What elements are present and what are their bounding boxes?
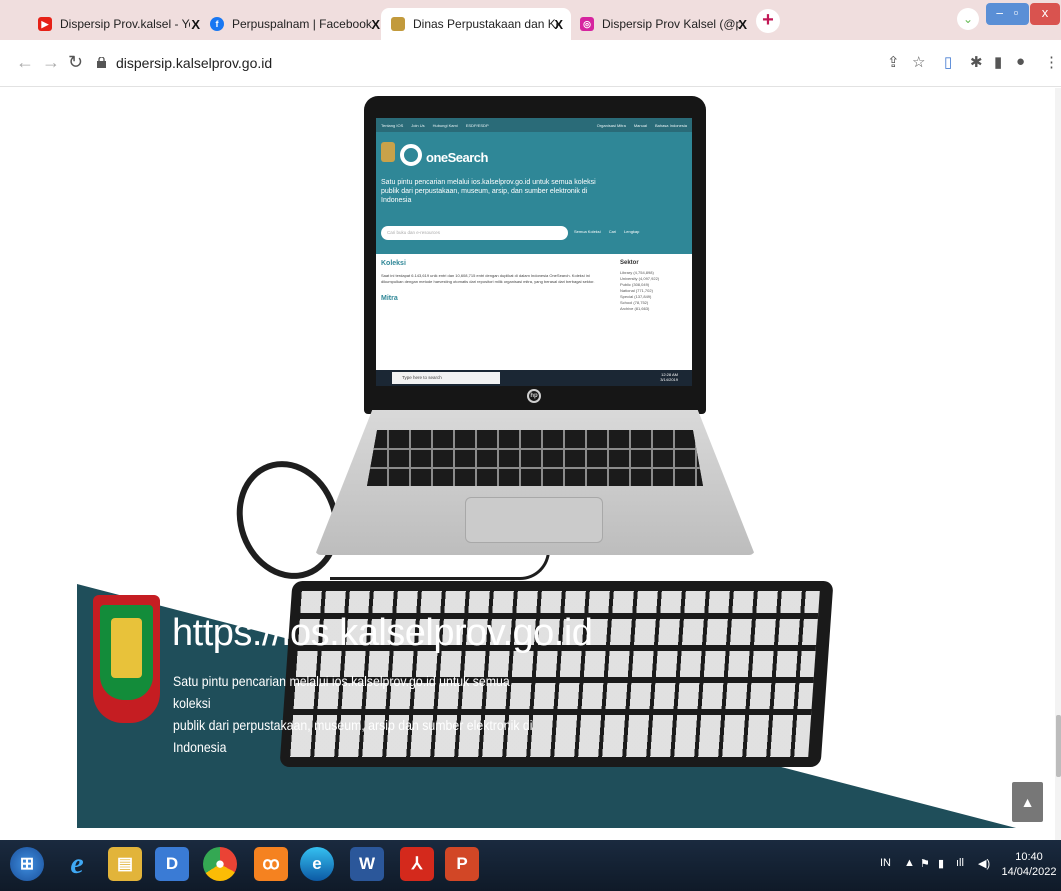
app-icon[interactable]: D [155,847,189,881]
tab-search-dropdown-icon[interactable]: ⌄ [957,8,979,30]
kalsel-crest-emblem [111,618,142,678]
battery-icon[interactable]: ▮ [938,857,944,870]
share-icon[interactable]: ⇪ [887,53,900,71]
side-panel-icon[interactable]: ▮ [994,53,1002,71]
screen-hero-text: Satu pintu pencarian melalui ios.kalselp… [381,179,596,204]
screen-search-input: Cari buku dan e-resources [381,226,568,240]
screen-sektor-item: Archive (81,663) [620,306,650,311]
volume-icon[interactable]: ◀) [978,857,990,870]
screen-hero: oneSearch Satu pintu pencarian melalui i… [376,132,692,254]
youtube-icon: ▶ [38,17,52,31]
site-crest-icon [391,17,405,31]
hp-logo-icon: hp [527,389,541,403]
edge-icon[interactable]: e [300,847,334,881]
screen-nav-item: Join Us [411,122,425,128]
screen-body: Koleksi Saat ini terdapat 6.143,619 unik… [376,254,692,374]
back-to-top-button[interactable]: ▲ [1012,782,1043,822]
bookmark-star-icon[interactable]: ☆ [912,53,925,71]
crest-icon [381,142,395,162]
tab-label: Dinas Perpustakaan dan Kearsipa [413,17,558,31]
maximize-icon[interactable]: ▫ [1003,3,1029,25]
banner-url-text: https://ios.kalselprov.go.id [172,612,593,654]
network-signal-icon[interactable]: ıll [956,857,964,869]
screen-nav-item: Organisasi Mitra [596,122,626,128]
screen-taskbar-clock: 12:28 AM 3/14/2019 [660,372,678,382]
laptop-screen: Tentang IOS Join Us Hubungi Kami ESDP/ES… [376,118,692,386]
screen-sektor-heading: Sektor [620,260,639,266]
extensions-puzzle-icon[interactable]: ✱ [970,53,983,71]
tab-facebook[interactable]: f Perpuspalnam | Facebook X [200,8,388,40]
screen-search-button: Cari [608,229,617,234]
profile-avatar-icon[interactable]: ● [1016,53,1025,70]
system-clock[interactable]: 10:40 14/04/2022 [1000,850,1058,880]
show-hidden-icons-icon[interactable]: ▲ [904,857,915,869]
onesearch-logo-icon [400,144,422,166]
screen-nav-item: Hubungi Kami [432,122,458,128]
screen-taskbar-search: Type here to search [392,372,500,384]
new-tab-button[interactable]: + [756,9,780,33]
word-icon[interactable]: W [350,847,384,881]
chrome-icon[interactable]: ● [203,847,237,881]
screen-search-button: Semua Koleksi [574,229,601,234]
screen-nav: Tentang IOS Join Us Hubungi Kami ESDP/ES… [376,118,692,132]
facebook-icon: f [210,17,224,31]
laptop-touchpad [465,497,603,543]
screen-nav-item: Manual [633,122,647,128]
screen-taskbar-date: 3/14/2019 [660,377,678,382]
laptop-keyboard [367,430,703,486]
tab-strip: ▶ Dispersip Prov.kalsel - YouTube X f Pe… [0,0,1061,40]
close-window-icon[interactable]: x [1030,3,1060,25]
tab-dinas-perpustakaan[interactable]: Dinas Perpustakaan dan Kearsipa X [381,8,571,40]
internet-explorer-icon[interactable]: e [60,847,94,881]
banner-line: Satu pintu pencarian melalui ios.kalselp… [173,673,510,711]
tab-close-button[interactable]: X [738,17,747,32]
forward-arrow-icon[interactable]: → [42,52,60,73]
xampp-icon[interactable]: ꝏ [254,847,288,881]
language-indicator[interactable]: IN [880,857,891,869]
menu-kebab-icon[interactable]: ⋮ [1044,53,1059,71]
url-bar[interactable]: dispersip.kalselprov.go.id [116,55,272,71]
extension-doc-icon[interactable]: ▯ [944,53,952,71]
back-arrow-icon[interactable]: ← [16,52,34,73]
tab-youtube[interactable]: ▶ Dispersip Prov.kalsel - YouTube X [28,8,208,40]
tab-label: Perpuspalnam | Facebook [232,17,372,31]
acrobat-icon[interactable]: ⅄ [400,847,434,881]
screen-search-button: Lengkap [624,229,640,234]
screen-nav-item: Bahasa Indonesia [654,122,687,128]
screen-taskbar: Type here to search 12:28 AM 3/14/2019 [376,370,692,386]
screen-nav-item: Tentang IOS [381,122,404,128]
action-center-flag-icon[interactable]: ⚑ [920,857,930,870]
banner-description: Satu pintu pencarian melalui ios.kalselp… [173,670,543,758]
tab-instagram[interactable]: ◎ Dispersip Prov Kalsel (@perpusp X [570,8,755,40]
file-explorer-icon[interactable]: ▤ [108,847,142,881]
clock-date: 14/04/2022 [1001,866,1057,878]
instagram-icon: ◎ [580,17,594,31]
screen-koleksi-text: Saat ini terdapat 6.143,619 unik entri d… [381,273,595,284]
lock-icon[interactable] [97,57,106,68]
onesearch-logo-text: oneSearch [426,150,488,165]
screen-search-buttons: Semua Koleksi Cari Lengkap [574,229,639,234]
powerpoint-icon[interactable]: P [445,847,479,881]
screen-sektor-list: Sektor Library (4,754,898) University (4… [620,260,659,312]
windows-start-icon[interactable]: ⊞ [10,847,44,881]
screen-nav-item: ESDP/ESDP [465,122,489,128]
tab-close-button[interactable]: X [554,17,563,32]
tab-close-button[interactable]: X [191,17,200,32]
tab-label: Dispersip Prov.kalsel - YouTube [60,17,190,31]
tab-label: Dispersip Prov Kalsel (@perpusp [602,17,740,31]
page-scrollbar-thumb[interactable] [1056,715,1061,777]
banner-line: publik dari perpustakaan, museum, arsip … [173,717,533,755]
tab-close-button[interactable]: X [371,17,380,32]
clock-time: 10:40 [1015,851,1043,863]
reload-icon[interactable]: ↻ [68,52,83,73]
address-toolbar: ← → ↻ dispersip.kalselprov.go.id ⇪ ☆ ▯ ✱… [0,40,1061,87]
